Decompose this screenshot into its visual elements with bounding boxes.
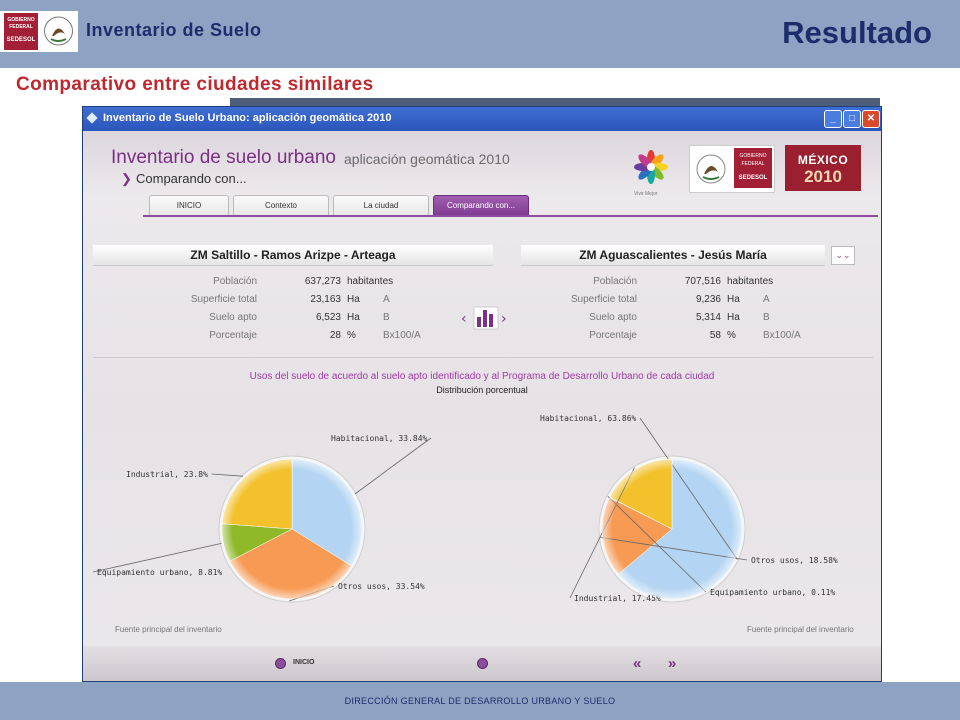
pie-label: Equipamiento urbano, 0.11% [710,588,835,597]
pie-label: Otros usos, 33.54% [338,582,425,591]
chart-toggle-button[interactable]: ‹ › [461,305,511,331]
pie-gloss [222,459,362,599]
nav-dot-icon[interactable] [477,658,488,669]
stat-value: 58 [709,330,721,341]
app-window: Inventario de Suelo Urbano: aplicación g… [82,106,882,682]
stat-label: Suelo apto [209,312,257,323]
stat-value: 9,236 [695,294,721,305]
pie-label: Habitacional, 63.86% [540,414,637,423]
nav-home-link[interactable]: INICIO [293,659,314,666]
prev-arrow-icon[interactable]: « [633,655,641,672]
app-title-subtitle: aplicación geomática 2010 [344,151,510,167]
stat-formula: A [763,294,770,305]
government-logo: GOBIERNO FEDERAL SEDESOL [0,11,78,52]
coat-of-arms-icon [696,154,726,184]
stat-label: Porcentaje [209,330,257,341]
sedesol-text: SEDESOL [738,175,768,181]
pie-charts: Habitacional, 33.84% Otros usos, 33.54% Eq… [92,414,838,603]
stat-value: 637,273 [304,276,341,287]
coat-of-arms-icon [44,16,73,46]
minimize-button[interactable]: _ [824,110,842,128]
home-dot-icon[interactable] [275,658,286,669]
source-link-right[interactable]: Fuente principal del inventario [747,625,854,634]
next-arrow-icon[interactable]: » [668,655,676,672]
bottom-nav-bar: INICIO « » [83,646,881,681]
chevron-right-icon: ❯ [121,171,132,186]
gob-text: GOBIERNO FEDERAL [739,153,767,167]
svg-text:‹: ‹ [461,311,467,327]
stat-unit: habitantes [347,276,394,287]
tab-comparando[interactable]: Comparando con... [433,195,529,216]
city-a-name: ZM Saltillo - Ramos Arizpe - Arteaga [93,245,493,266]
stat-label: Población [593,276,637,287]
logo-line: FEDERAL [9,24,33,30]
slide-heading: Comparativo entre ciudades similares [16,74,374,95]
window-title: Inventario de Suelo Urbano: aplicación g… [103,112,392,124]
stat-formula: Bx100/A [763,330,801,341]
logo-line: GOBIERNO [7,17,35,23]
chevron-double-down-icon[interactable]: ⌄⌄ [831,246,855,265]
stat-value: 28 [329,330,341,341]
stat-value: 5,314 [695,312,721,323]
logo-line: SEDESOL [6,37,36,43]
footer-text: DIRECCIÓN GENERAL DE DESARROLLO URBANO Y… [344,696,616,706]
stat-formula: B [383,312,390,323]
stat-label: Población [213,276,257,287]
maximize-button[interactable]: □ [843,110,861,128]
slide-subtitle: Inventario de Suelo [86,20,262,40]
mexico-2010-logo: MÉXICO 2010 [785,145,861,191]
stat-formula: Bx100/A [383,330,421,341]
tab-contexto[interactable]: Contexto [233,195,329,216]
stat-value: 6,523 [315,312,341,323]
pie-label: Industrial, 17.45% [574,594,661,603]
tab-inicio[interactable]: INICIO [149,195,229,216]
stat-label: Superficie total [570,294,637,305]
stat-formula: A [383,294,390,305]
section-label: Comparando con... [136,171,247,186]
svg-text:›: › [501,311,507,327]
sedesol-app-logo: GOBIERNO FEDERAL SEDESOL [689,145,775,193]
stat-label: Superficie total [190,294,257,305]
pie-label: Otros usos, 18.58% [751,556,838,565]
slide-header: GOBIERNO FEDERAL SEDESOL Inventario de S… [0,0,960,68]
mexico-text: MÉXICO [797,153,849,167]
stat-label: Suelo apto [589,312,637,323]
source-link-left[interactable]: Fuente principal del inventario [115,625,222,634]
stat-unit: habitantes [727,276,774,287]
tab-underline [143,215,878,217]
tab-la-ciudad[interactable]: La ciudad [333,195,429,216]
sedesol-badge: GOBIERNO FEDERAL SEDESOL [734,148,772,188]
city-b-selector[interactable]: ZM Aguascalientes - Jesús María [521,245,825,266]
pie-gloss [602,459,742,599]
pie-leader-line [211,473,244,477]
vivir-mejor-logo [634,150,668,184]
sedesol-logo: GOBIERNO FEDERAL SEDESOL [4,13,38,50]
chart-title: Usos del suelo de acuerdo al suelo apto … [249,371,715,382]
slide-title: Resultado [782,15,932,50]
pie-leader-line [354,437,432,495]
app-icon [86,112,98,124]
chart-subtitle: Distribución porcentual [436,385,528,395]
close-button[interactable]: ✕ [862,110,880,128]
window-titlebar[interactable]: Inventario de Suelo Urbano: aplicación g… [83,107,881,131]
stat-label: Porcentaje [589,330,637,341]
stat-value: 23,163 [310,294,341,305]
pie-label: Habitacional, 33.84% [331,434,428,443]
year-text: 2010 [804,167,842,186]
divider [93,357,873,358]
vivir-mejor-text: Vivir Mejor [634,191,658,197]
app-content: Inventario de suelo urbano aplicación ge… [83,131,881,681]
stat-formula: B [763,312,770,323]
app-title: Inventario de suelo urbano [111,147,336,168]
pie-label: Industrial, 23.8% [126,470,208,479]
pie-label: Equipamiento urbano, 8.81% [97,568,222,577]
stat-value: 707,516 [684,276,721,287]
